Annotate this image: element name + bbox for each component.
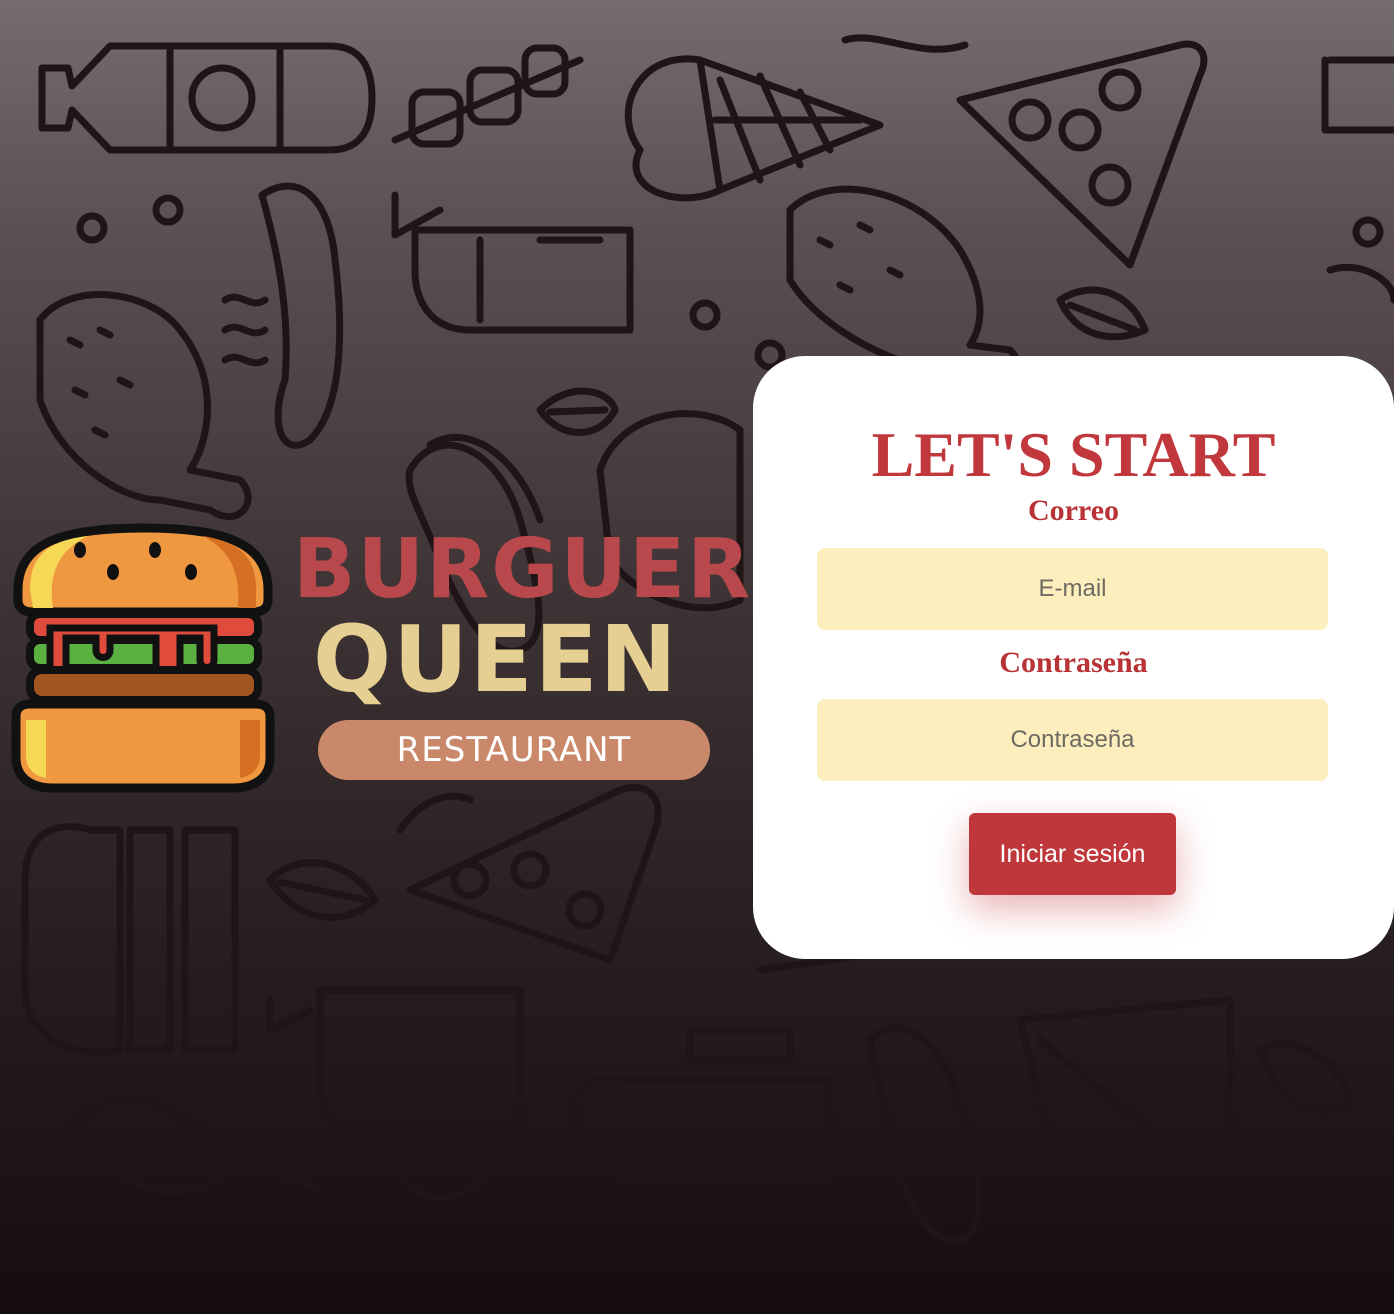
chicken-leg-doodle [36,291,252,520]
burger-doodle-bottom [21,823,239,1056]
ice-cream-doodle [624,55,884,202]
brand-tagline: RESTAURANT [318,720,710,780]
cup-doodle [391,191,634,334]
sausage-doodle [221,182,344,449]
login-card: LET'S START Correo Contraseña Iniciar se… [753,356,1394,959]
login-title: LET'S START [871,419,1276,490]
skewer-doodle [391,44,584,148]
password-label: Contraseña [999,646,1148,679]
brand-logo: BURGUER QUEEN RESTAURANT [8,520,750,800]
bottle-doodle [38,42,376,154]
burger-logo-icon [11,523,275,793]
brand-name-line2: QUEEN [313,606,679,713]
chicken-leg-doodle-2 [786,185,1022,384]
email-label: Correo [1027,494,1120,527]
login-button[interactable]: Iniciar sesión [969,813,1176,895]
email-field[interactable] [817,548,1328,630]
pizza-doodle [956,40,1208,269]
password-field[interactable] [817,699,1328,781]
